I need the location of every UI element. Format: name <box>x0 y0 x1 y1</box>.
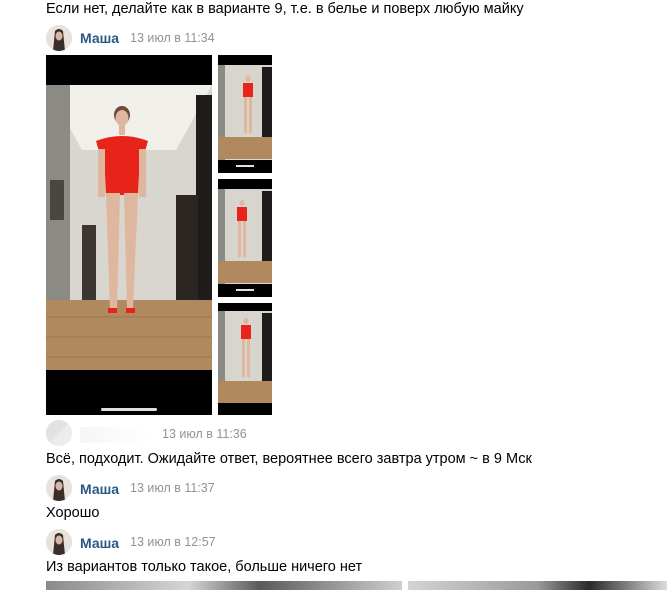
message-time[interactable]: 13 июл в 11:37 <box>130 481 215 495</box>
photo-image <box>218 179 272 297</box>
photo-thumb-3[interactable] <box>218 303 272 415</box>
message-text: Хорошо <box>46 505 100 521</box>
avatar[interactable] <box>46 420 72 446</box>
chat-history: Если нет, делайте как в варианте 9, т.е.… <box>0 0 667 590</box>
author-name[interactable]: Маша <box>80 30 119 46</box>
author-name[interactable]: Маша <box>80 535 119 551</box>
message-time[interactable]: 13 июл в 12:57 <box>130 535 216 549</box>
message-text: Из вариантов только такое, больше ничего… <box>46 559 363 575</box>
message-time[interactable]: 13 июл в 11:34 <box>130 31 215 45</box>
message-time[interactable]: 13 июл в 11:36 <box>162 427 247 441</box>
photo-image <box>218 55 272 173</box>
photo-image <box>46 55 212 415</box>
user-avatar-icon <box>46 529 72 555</box>
attached-photo[interactable] <box>408 581 667 590</box>
avatar[interactable] <box>46 475 72 501</box>
attached-photo[interactable] <box>46 581 402 590</box>
photo-thumb-2[interactable] <box>218 179 272 297</box>
redacted-author-name <box>80 427 150 443</box>
user-avatar-icon <box>46 420 72 446</box>
author-name[interactable]: Маша <box>80 481 119 497</box>
photo-thumb-1[interactable] <box>218 55 272 173</box>
photo-image <box>218 303 272 415</box>
user-avatar-icon <box>46 475 72 501</box>
user-avatar-icon <box>46 25 72 51</box>
avatar[interactable] <box>46 25 72 51</box>
message-text: Всё, подходит. Ожидайте ответ, вероятнее… <box>46 451 532 467</box>
avatar[interactable] <box>46 529 72 555</box>
photo-main[interactable] <box>46 55 212 415</box>
message-text: Если нет, делайте как в варианте 9, т.е.… <box>46 1 524 17</box>
